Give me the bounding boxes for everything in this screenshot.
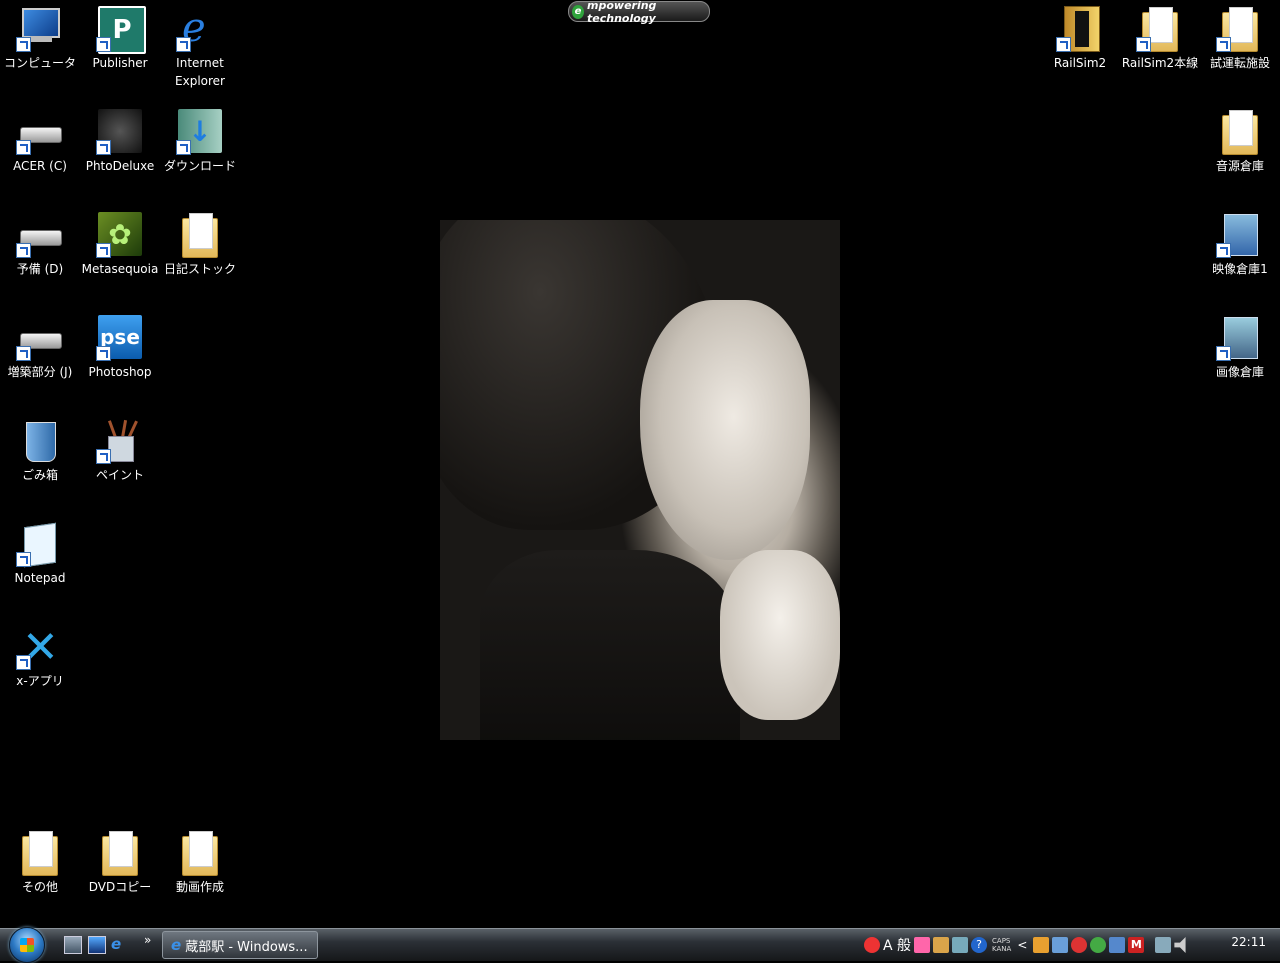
- desktop-icon-phtodeluxe[interactable]: PhtoDeluxe: [80, 103, 160, 175]
- desktop-icon-publisher[interactable]: P Publisher: [80, 0, 160, 72]
- desktop-icon-computer[interactable]: コンピュータ: [0, 0, 80, 72]
- desktop-icon-gazou[interactable]: 画像倉庫: [1200, 309, 1280, 381]
- internet-explorer-quicklaunch-icon[interactable]: e: [111, 936, 127, 952]
- folder-icon: [102, 831, 138, 876]
- system-tray: A 般 ? CAPS KANA < M: [864, 931, 1278, 959]
- gadget-e-icon: e: [572, 4, 585, 19]
- trash-icon: [26, 422, 56, 462]
- folder-icon: [22, 831, 58, 876]
- ime-tool-icon[interactable]: [914, 937, 931, 953]
- ime-dictionary-icon[interactable]: [933, 937, 950, 953]
- switch-windows-icon[interactable]: [88, 936, 106, 954]
- internet-explorer-icon: e: [171, 936, 182, 954]
- alert-icon[interactable]: [864, 937, 880, 953]
- desktop-icon-paint[interactable]: ペイント: [80, 412, 160, 484]
- help-icon[interactable]: ?: [971, 937, 988, 953]
- ime-mode[interactable]: A 般: [883, 935, 911, 955]
- folder-icon: [1222, 110, 1258, 155]
- desktop-icon-dvd-copy[interactable]: DVDコピー: [80, 824, 160, 896]
- ime-settings-icon[interactable]: [952, 937, 969, 953]
- desktop-icon-internet-explorer[interactable]: e Internet Explorer: [160, 0, 240, 90]
- paint-icon: [108, 436, 134, 462]
- start-button[interactable]: [9, 927, 45, 963]
- desktop-icon-shiunten[interactable]: 試運転施設: [1200, 0, 1280, 72]
- desktop-icon-x-app[interactable]: ✕ x-アプリ: [0, 618, 80, 690]
- tray-utility-icon[interactable]: [1109, 937, 1126, 953]
- clock[interactable]: 22:11: [1231, 935, 1266, 949]
- update-icon[interactable]: [1090, 937, 1107, 953]
- tray-network-app-icon[interactable]: [1052, 937, 1069, 953]
- computer-icon: [22, 8, 60, 38]
- desktop-icon-acer-c[interactable]: ACER (C): [0, 103, 80, 175]
- sidebar-gadget[interactable]: e mpowering technology: [568, 0, 710, 25]
- desktop-icon-ongen[interactable]: 音源倉庫: [1200, 103, 1280, 175]
- desktop-icon-railsim2-main[interactable]: RailSim2本線: [1120, 0, 1200, 72]
- mcafee-icon[interactable]: M: [1128, 937, 1145, 953]
- taskbar-window-button[interactable]: e 蔵部駅 - Windows...: [162, 931, 318, 959]
- quicklaunch-more-icon[interactable]: »: [144, 933, 151, 947]
- tray-app-icon[interactable]: [1033, 937, 1050, 953]
- desktop: e mpowering technology コンピュータ ACER (C) 予…: [0, 0, 1280, 928]
- folder-icon: [182, 213, 218, 258]
- desktop-icon-metasequoia[interactable]: ✿ Metasequoia: [80, 206, 160, 278]
- taskbar: e » e 蔵部駅 - Windows... A 般 ? CAPS KANA <…: [0, 927, 1280, 963]
- network-icon[interactable]: [1155, 937, 1172, 953]
- desktop-icon-download[interactable]: ↓ ダウンロード: [160, 103, 240, 175]
- desktop-icon-trash[interactable]: ごみ箱: [0, 412, 80, 484]
- folder-icon: [182, 831, 218, 876]
- wallpaper-photo: [440, 220, 840, 740]
- gadget-text: mpowering technology: [587, 0, 657, 25]
- desktop-icon-zouchiku-j[interactable]: 増築部分 (J): [0, 309, 80, 381]
- desktop-icon-railsim2[interactable]: RailSim2: [1040, 0, 1120, 72]
- taskbar-window-label: 蔵部駅 - Windows...: [185, 939, 308, 955]
- tray-expand-icon[interactable]: <: [1017, 938, 1027, 952]
- volume-icon[interactable]: [1174, 937, 1186, 953]
- desktop-icon-yobi-d[interactable]: 予備 (D): [0, 206, 80, 278]
- desktop-icon-diary[interactable]: 日記ストック: [160, 206, 240, 278]
- security-icon[interactable]: [1071, 937, 1088, 953]
- desktop-icon-douga[interactable]: 動画作成: [160, 824, 240, 896]
- desktop-icon-eizou[interactable]: 映像倉庫1: [1200, 206, 1280, 278]
- show-desktop-icon[interactable]: [64, 936, 82, 954]
- caps-kana-indicator: CAPS KANA: [992, 937, 1012, 953]
- desktop-icon-sonota[interactable]: その他: [0, 824, 80, 896]
- desktop-icon-photoshop[interactable]: pse Photoshop: [80, 309, 160, 381]
- desktop-icon-notepad[interactable]: Notepad: [0, 515, 80, 587]
